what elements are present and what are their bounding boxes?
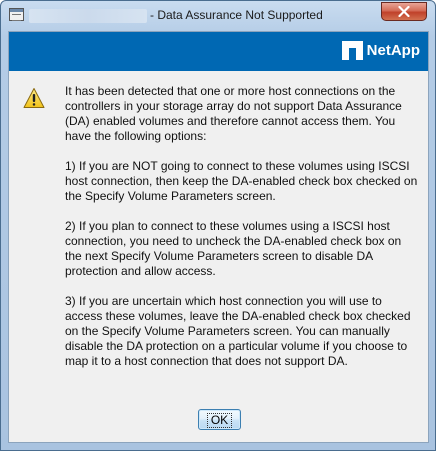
netapp-logo: NetApp: [341, 41, 420, 60]
close-button[interactable]: [381, 2, 427, 21]
netapp-logo-icon: [341, 41, 363, 60]
title-redacted: [29, 9, 147, 23]
ok-button[interactable]: OK: [198, 409, 241, 430]
warning-icon: [23, 88, 45, 108]
dialog-message: It has been detected that one or more ho…: [65, 84, 421, 384]
message-paragraph: 3) If you are uncertain which host conne…: [65, 294, 411, 368]
close-icon: [398, 6, 410, 17]
dialog-body: NetApp It has been detected that one or …: [8, 31, 429, 443]
brand-banner: NetApp: [9, 32, 428, 71]
message-paragraph: It has been detected that one or more ho…: [65, 84, 402, 143]
dialog-window: - Data Assurance Not Supported NetApp It…: [0, 0, 436, 451]
app-window-icon[interactable]: [9, 8, 24, 21]
message-paragraph: 1) If you are NOT going to connect to th…: [65, 159, 418, 203]
brand-name: NetApp: [366, 42, 420, 59]
ok-button-label: OK: [206, 412, 233, 428]
title-bar[interactable]: - Data Assurance Not Supported: [1, 1, 435, 31]
window-title: - Data Assurance Not Supported: [150, 8, 323, 22]
message-paragraph: 2) If you plan to connect to these volum…: [65, 219, 402, 278]
